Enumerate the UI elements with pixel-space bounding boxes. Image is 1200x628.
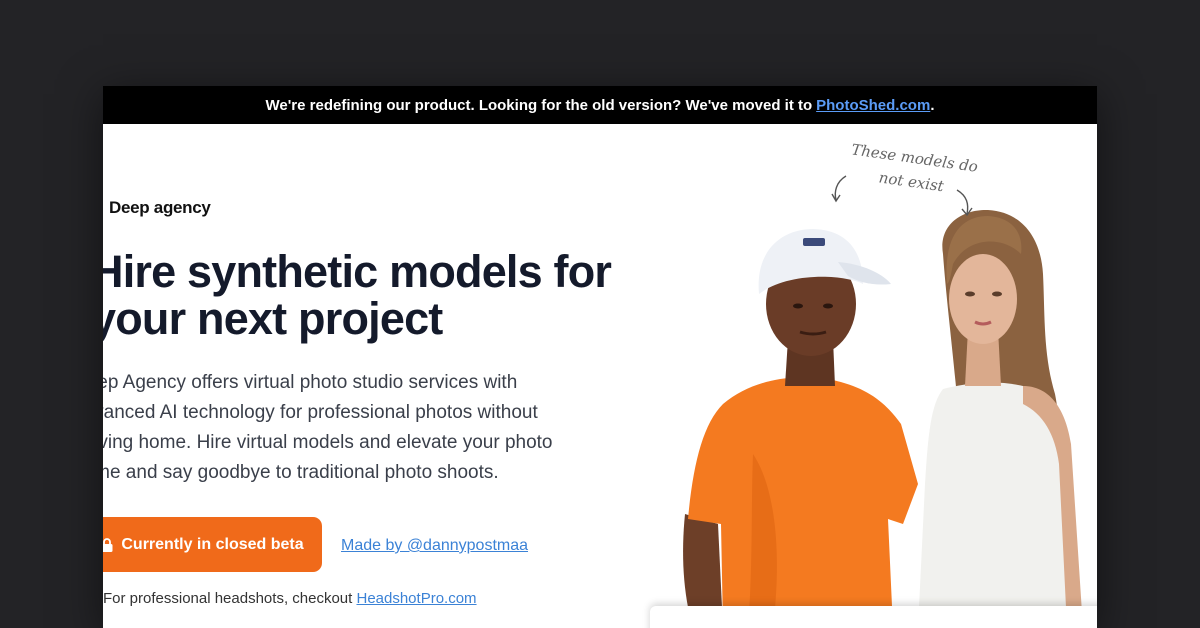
headline-line-2: your next project [103,293,443,344]
description-line: advanced AI technology for professional … [103,402,538,423]
made-by-link[interactable]: Made by @dannypostmaa [341,537,528,555]
models-illustration [683,209,1083,628]
banner-text: We're redefining our product. Looking fo… [265,96,813,114]
hero-right: These models do not exist [663,124,1097,628]
photoshed-link[interactable]: PhotoShed.com [816,97,930,114]
footnote-text: For professional headshots, checkout [103,590,353,607]
hero-description: Deep Agency offers virtual photo studio … [103,368,593,488]
arrow-right-icon [956,189,973,217]
brand-logo[interactable]: Deep agency [109,198,211,218]
lock-icon [103,537,113,552]
press-logos-bar [650,606,1097,628]
cta-label: Currently in closed beta [121,535,304,553]
hero-left: Deep agency Hire synthetic models for yo… [103,124,663,628]
banner-suffix: . [930,96,935,114]
description-line: Deep Agency offers virtual photo studio … [103,372,518,393]
description-line: leaving home. Hire virtual models and el… [103,432,553,453]
arrow-left-icon [831,175,847,203]
description-line: game and say goodbye to traditional phot… [103,462,499,483]
headshotpro-link[interactable]: HeadshotPro.com [356,590,476,607]
announcement-banner: We're redefining our product. Looking fo… [103,86,1097,124]
browser-frame: We're redefining our product. Looking fo… [103,86,1097,628]
headshot-footnote: For professional headshots, checkout Hea… [103,590,477,607]
closed-beta-button[interactable]: Currently in closed beta [103,517,322,572]
hero-headline: Hire synthetic models for your next proj… [103,248,651,342]
headline-line-1: Hire synthetic models for [103,246,612,297]
